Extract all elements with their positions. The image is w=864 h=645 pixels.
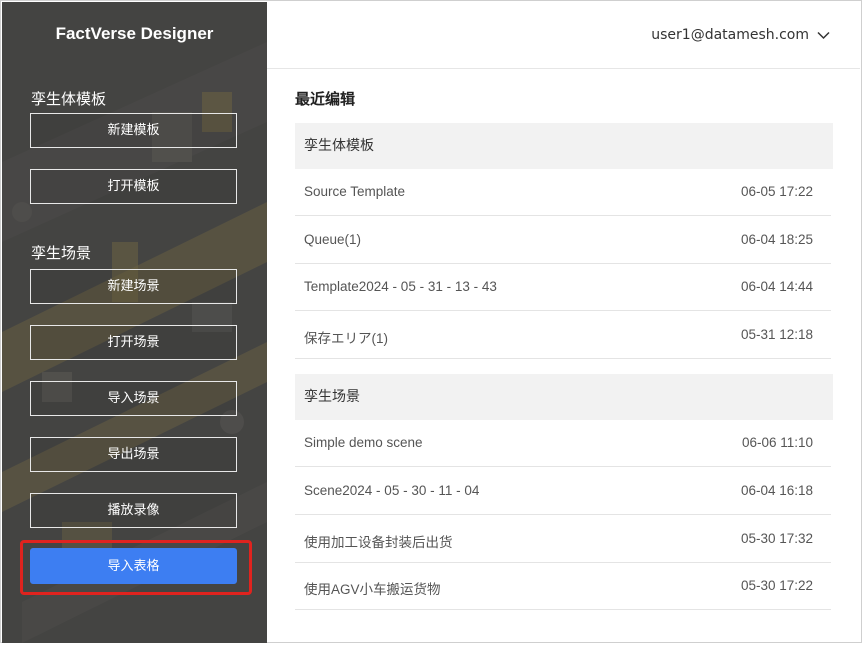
user-menu[interactable]: user1@datamesh.com: [651, 27, 830, 43]
open-scene-button[interactable]: 打开场景: [30, 325, 237, 360]
item-name: Simple demo scene: [304, 435, 423, 450]
import-scene-button[interactable]: 导入场景: [30, 381, 237, 416]
item-time: 05-31 12:18: [740, 327, 813, 342]
item-name: Scene2024 - 05 - 30 - 11 - 04: [304, 483, 480, 498]
sidebar: FactVerse Designer 孪生体模板 新建模板 打开模板 孪生场景 …: [2, 2, 267, 643]
list-item[interactable]: Simple demo scene 06-06 11:10: [295, 420, 831, 467]
chevron-down-icon: [817, 31, 830, 39]
user-email: user1@datamesh.com: [651, 27, 809, 43]
app-title: FactVerse Designer: [55, 24, 214, 43]
list-item[interactable]: Scene2024 - 05 - 30 - 11 - 04 06-04 16:1…: [295, 468, 831, 515]
list-item[interactable]: 使用加工设备封装后出货 05-30 17:32: [295, 516, 831, 563]
item-name: 使用加工设备封装后出货: [304, 535, 453, 550]
item-time: 06-04 18:25: [740, 232, 813, 247]
play-recording-button[interactable]: 播放录像: [30, 493, 237, 528]
item-name: Queue(1): [304, 232, 362, 247]
recent-edits-title: 最近编辑: [295, 90, 356, 108]
item-time: 06-04 16:18: [740, 483, 813, 498]
item-time: 05-30 17:32: [740, 531, 813, 546]
export-scene-button[interactable]: 导出场景: [30, 437, 237, 472]
new-scene-button[interactable]: 新建场景: [30, 269, 237, 304]
item-time: 06-06 11:10: [741, 435, 813, 450]
scene-section-label: 孪生场景: [31, 244, 92, 262]
open-template-button[interactable]: 打开模板: [30, 169, 237, 204]
list-item[interactable]: 保存エリア(1) 05-31 12:18: [295, 312, 831, 359]
top-bar: user1@datamesh.com: [267, 2, 860, 69]
list-item[interactable]: Queue(1) 06-04 18:25: [295, 217, 831, 264]
list-item[interactable]: 使用AGV小车搬运货物 05-30 17:22: [295, 563, 831, 610]
template-section-label: 孪生体模板: [31, 90, 107, 108]
item-name: 保存エリア(1): [304, 331, 388, 346]
item-name: Template2024 - 05 - 31 - 13 - 43: [304, 279, 497, 294]
item-time: 06-05 17:22: [740, 184, 813, 199]
main-panel: user1@datamesh.com 最近编辑 孪生体模板 Source Tem…: [267, 2, 860, 643]
item-name: Source Template: [304, 184, 406, 199]
group-header-templates: 孪生体模板: [295, 123, 833, 169]
item-time: 05-30 17:22: [740, 578, 813, 593]
list-item[interactable]: Source Template 06-05 17:22: [295, 169, 831, 216]
item-name: 使用AGV小车搬运货物: [304, 582, 441, 597]
highlight-box: [20, 540, 252, 595]
new-template-button[interactable]: 新建模板: [30, 113, 237, 148]
list-item[interactable]: Template2024 - 05 - 31 - 13 - 43 06-04 1…: [295, 264, 831, 311]
item-time: 06-04 14:44: [740, 279, 813, 294]
group-header-scenes: 孪生场景: [295, 374, 833, 420]
